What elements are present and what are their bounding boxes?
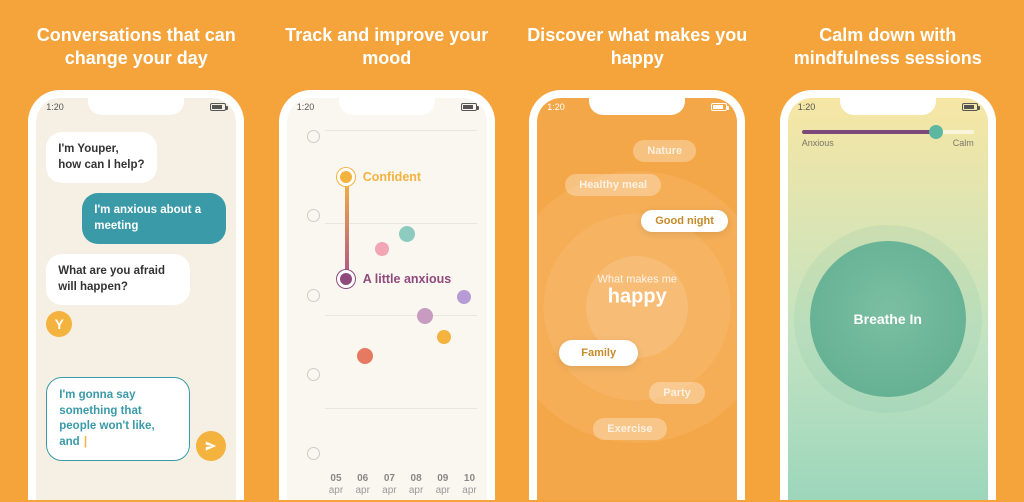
mood-point-confident[interactable] [337,168,355,186]
gridline [325,130,477,131]
happy-center-text: What makes me happy [598,273,677,308]
status-time: 1:20 [547,102,565,112]
x-tick: 10apr [462,473,476,496]
mood-point [457,290,471,304]
slider-fill [802,130,936,134]
x-tick: 07apr [382,473,396,496]
emoji-icon [307,368,320,381]
mood-point [357,348,373,364]
happy-subtitle: What makes me [598,273,677,285]
breathe-circle[interactable]: Breathe In [810,241,966,397]
breathe-text: Breathe In [854,311,922,327]
chat-input-row: I'm gonna say something that people won'… [46,377,226,461]
mood-point [399,226,415,242]
panels-row: Conversations that can change your day 1… [0,0,1024,500]
bot-message: I'm Youper, how can I help? [46,132,156,183]
phone-breathe: 1:20 Anxious Calm Breathe In [780,90,996,500]
chip-healthy-meal[interactable]: Healthy meal [565,174,661,196]
slider-thumb[interactable] [929,125,943,139]
chip-nature[interactable]: Nature [633,140,696,162]
emoji-icon [307,130,320,143]
mood-chart: Confident A little anxious 05apr 06apr 0… [307,130,477,500]
mood-label: Confident [363,170,421,184]
slider-labels: Anxious Calm [802,138,974,148]
chat-thread: I'm Youper, how can I help? I'm anxious … [36,98,236,461]
panel-title: Conversations that can change your day [16,24,257,72]
phone-notch [88,97,184,115]
panel-conversations: Conversations that can change your day 1… [16,24,257,500]
happy-title: happy [598,285,677,308]
phone-notch [589,97,685,115]
bot-message: What are you afraid will happen? [46,254,190,305]
phone-chat: 1:20 I'm Youper, how can I help? I'm anx… [28,90,244,500]
chat-input[interactable]: I'm gonna say something that people won'… [46,377,190,461]
panel-happy: Discover what makes you happy 1:20 What … [517,24,758,500]
calm-slider[interactable]: Anxious Calm [802,130,974,148]
phone-notch [339,97,435,115]
emoji-icon [307,447,320,460]
panel-title: Discover what makes you happy [517,24,758,72]
send-icon [204,439,218,453]
user-message: I'm anxious about a meeting [82,193,226,244]
status-time: 1:20 [297,102,315,112]
mood-label: A little anxious [363,272,451,286]
chip-exercise[interactable]: Exercise [593,418,666,440]
emoji-icon [307,289,320,302]
slider-track [802,130,974,134]
panel-title: Track and improve your mood [267,24,508,72]
chip-good-night[interactable]: Good night [641,210,728,232]
phone-happy: 1:20 What makes me happy Nature Healthy … [529,90,745,500]
x-tick: 08apr [409,473,423,496]
status-time: 1:20 [46,102,64,112]
mood-connector [345,180,349,278]
status-time: 1:20 [798,102,816,112]
phone-notch [840,97,936,115]
battery-icon [711,103,727,111]
x-tick: 09apr [436,473,450,496]
slider-label-left: Anxious [802,138,834,148]
battery-icon [461,103,477,111]
slider-label-right: Calm [953,138,974,148]
x-tick: 06apr [355,473,369,496]
mood-point-anxious[interactable] [337,270,355,288]
panel-breathe: Calm down with mindfulness sessions 1:20… [768,24,1009,500]
mood-point [375,242,389,256]
mood-scale [307,130,321,460]
battery-icon [962,103,978,111]
panel-title: Calm down with mindfulness sessions [768,24,1009,72]
mood-point [417,308,433,324]
gridline [325,408,477,409]
x-tick: 05apr [329,473,343,496]
x-axis: 05apr 06apr 07apr 08apr 09apr 10apr [329,473,477,496]
send-button[interactable] [196,431,226,461]
mood-point [437,330,451,344]
phone-mood-chart: 1:20 Confident [279,90,495,500]
battery-icon [210,103,226,111]
chip-family[interactable]: Family [559,340,638,366]
chip-party[interactable]: Party [649,382,705,404]
panel-mood: Track and improve your mood 1:20 [267,24,508,500]
bot-avatar: Y [46,311,72,337]
gridline [325,315,477,316]
emoji-icon [307,209,320,222]
